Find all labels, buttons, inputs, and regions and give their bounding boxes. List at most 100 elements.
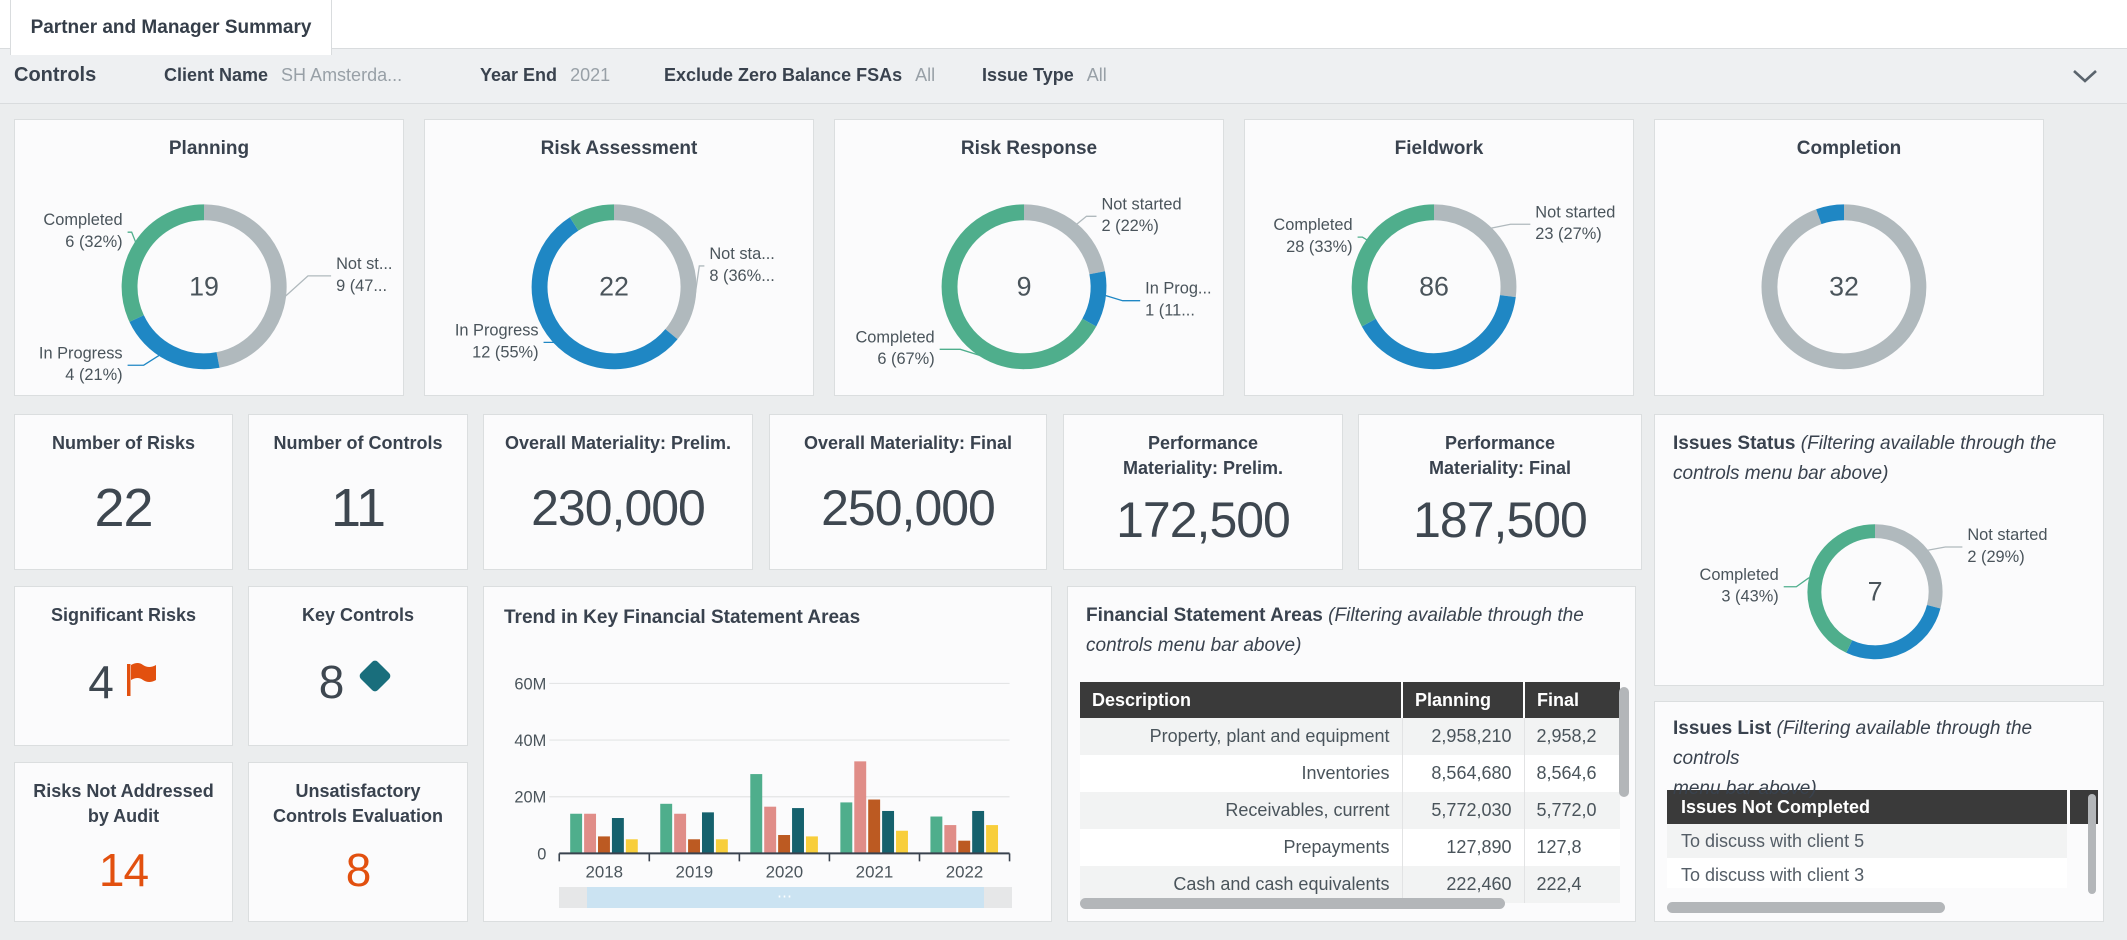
bar-rust[interactable] [688, 839, 700, 853]
kpi-title: Performance Materiality: Final [1395, 431, 1605, 481]
kpi-title: Performance Materiality: Prelim. [1098, 431, 1308, 481]
x-axis-tick-label: 2018 [586, 862, 624, 881]
bar-salmon[interactable] [584, 814, 596, 854]
bar-rust[interactable] [778, 835, 790, 853]
horizontal-scrollbar[interactable] [1667, 902, 1945, 913]
bar-green[interactable] [570, 814, 582, 854]
table-row[interactable]: Prepayments127,890127,8 [1080, 829, 1620, 866]
bar-rust[interactable] [958, 841, 970, 854]
donut-label: In Progress4 (21%) [39, 344, 123, 384]
filter-exclude-zero-balance-fsas[interactable]: Exclude Zero Balance FSAs All [664, 48, 935, 103]
list-item[interactable]: To discuss with client 5 [1667, 824, 2067, 858]
donut-segment[interactable] [1875, 531, 1936, 607]
donut-segment[interactable] [130, 212, 204, 318]
diamond-icon [353, 654, 397, 709]
list-item[interactable]: To discuss with client 3 [1667, 858, 2067, 888]
x-axis-tick-label: 2020 [766, 862, 804, 881]
trend-chart-card: Trend in Key Financial Statement Areas 0… [483, 586, 1052, 922]
bar-dark-teal[interactable] [792, 808, 804, 853]
filter-issue-type[interactable]: Issue Type All [982, 48, 1107, 103]
kpi-title: Unsatisfactory Controls Evaluation [261, 779, 455, 829]
filter-value[interactable]: SH Amsterda... [281, 65, 402, 85]
vertical-scrollbar[interactable] [1619, 687, 1629, 797]
horizontal-scrollbar[interactable] [1080, 898, 1505, 909]
vertical-scrollbar[interactable] [2088, 794, 2096, 894]
bar-green[interactable] [660, 804, 672, 854]
donut-segment[interactable] [1849, 607, 1933, 652]
planning-card: Planning 19Completed6 (32%)Not st...9 (4… [14, 119, 404, 396]
bar-yellow[interactable] [716, 839, 728, 853]
bar-green[interactable] [840, 802, 852, 853]
column-header[interactable]: Planning [1402, 682, 1524, 718]
number-of-risks-card: Number of Risks 22 [14, 414, 233, 570]
completion-card: Completion 32 [1654, 119, 2044, 396]
performance-materiality-prelim-card: Performance Materiality: Prelim. 172,500 [1063, 414, 1343, 570]
planning-donut-chart[interactable]: 19Completed6 (32%)Not st...9 (47...In Pr… [15, 120, 403, 395]
kpi-value: 11 [331, 456, 385, 559]
donut-segment[interactable] [1360, 212, 1434, 322]
label-leader-line [285, 276, 331, 297]
label-leader-line [1491, 224, 1531, 228]
table-row[interactable]: Receivables, current5,772,0305,772,0 [1080, 792, 1620, 829]
donut-segment[interactable] [1024, 212, 1097, 272]
trend-bar-chart[interactable]: 020M40M60M20182019202020212022 [484, 587, 1051, 921]
table-cell: Inventories [1080, 755, 1402, 792]
bar-yellow[interactable] [896, 831, 908, 854]
table-cell: 2,958,210 [1402, 718, 1524, 755]
bar-salmon[interactable] [944, 825, 956, 853]
donut-segment[interactable] [1819, 212, 1844, 216]
number-of-controls-card: Number of Controls 11 [248, 414, 468, 570]
bar-rust[interactable] [868, 800, 880, 854]
bar-yellow[interactable] [626, 839, 638, 853]
column-header[interactable]: Description [1080, 682, 1402, 718]
bar-dark-teal[interactable] [612, 818, 624, 853]
bar-salmon[interactable] [854, 761, 866, 853]
table-cell: 8,564,680 [1402, 755, 1524, 792]
kpi-title: Risks Not Addressed by Audit [27, 779, 220, 829]
label-leader-line [1076, 216, 1096, 224]
range-slider-fill[interactable]: ⋯ [587, 887, 984, 908]
table-cell: 127,890 [1402, 829, 1524, 866]
filter-value[interactable]: All [915, 65, 935, 85]
completion-donut-chart[interactable]: 32 [1655, 120, 2043, 395]
bar-yellow[interactable] [986, 825, 998, 853]
filter-year-end[interactable]: Year End 2021 [480, 48, 610, 103]
bar-salmon[interactable] [674, 814, 686, 854]
filter-value[interactable]: All [1087, 65, 1107, 85]
donut-segment[interactable] [574, 212, 614, 224]
filter-client-name[interactable]: Client Name SH Amsterda... [164, 48, 402, 103]
donut-segment[interactable] [137, 318, 218, 361]
donut-segment[interactable] [1089, 273, 1098, 323]
range-slider-left-handle[interactable] [559, 887, 587, 908]
fieldwork-donut-chart[interactable]: 86Completed28 (33%)Not started23 (27%) [1245, 120, 1633, 395]
card-title: Planning [15, 138, 403, 160]
donut-segment[interactable] [1814, 531, 1875, 646]
card-title: Completion [1655, 138, 2043, 160]
kpi-value: 230,000 [531, 456, 705, 559]
table-row[interactable]: Property, plant and equipment2,958,2102,… [1080, 718, 1620, 755]
donut-segment[interactable] [1369, 296, 1508, 361]
bar-yellow[interactable] [806, 836, 818, 853]
bar-salmon[interactable] [764, 807, 776, 854]
table-cell: 5,772,0 [1524, 792, 1620, 829]
bar-green[interactable] [750, 774, 762, 853]
risk-response-donut-chart[interactable]: 9Not started2 (22%)In Prog...1 (11...Com… [835, 120, 1223, 395]
filter-value[interactable]: 2021 [570, 65, 610, 85]
column-header[interactable]: Final [1524, 682, 1620, 718]
chevron-down-icon[interactable] [2071, 68, 2099, 89]
bar-dark-teal[interactable] [702, 812, 714, 853]
bar-dark-teal[interactable] [972, 811, 984, 854]
table-row[interactable]: Inventories8,564,6808,564,6 [1080, 755, 1620, 792]
range-slider-right-handle[interactable] [984, 887, 1012, 908]
tab-partner-and-manager-summary[interactable]: Partner and Manager Summary [10, 0, 332, 55]
unsatisfactory-controls-card: Unsatisfactory Controls Evaluation 8 [248, 762, 468, 922]
table-cell: Receivables, current [1080, 792, 1402, 829]
risk-assessment-donut-chart[interactable]: 22Not sta...8 (36%...In Progress12 (55%) [425, 120, 813, 395]
donut-label: Completed28 (33%) [1273, 216, 1352, 256]
fieldwork-card: Fieldwork 86Completed28 (33%)Not started… [1244, 119, 1634, 396]
risks-not-addressed-card: Risks Not Addressed by Audit 14 [14, 762, 233, 922]
bar-green[interactable] [930, 817, 942, 854]
bar-dark-teal[interactable] [882, 811, 894, 854]
bar-rust[interactable] [598, 836, 610, 853]
card-title: Financial Statement Areas (Filtering ava… [1086, 601, 1623, 661]
